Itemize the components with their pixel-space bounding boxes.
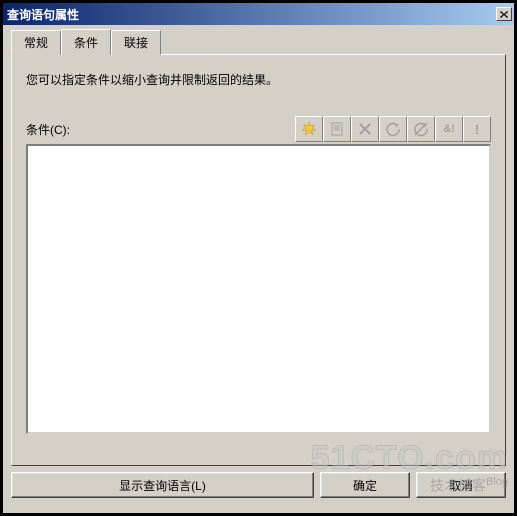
conditions-listbox[interactable] <box>26 144 491 434</box>
tab-general[interactable]: 常规 <box>11 30 61 55</box>
cancel-button[interactable]: 取消 <box>416 472 506 498</box>
toolbar: &! ! <box>295 116 491 142</box>
window-title: 查询语句属性 <box>7 6 496 23</box>
show-query-label: 显示查询语言(L) <box>119 477 206 494</box>
movedown-button[interactable] <box>407 116 435 142</box>
tab-joins[interactable]: 联接 <box>111 30 161 55</box>
tab-page-conditions: 您可以指定条件以缩小查询并限制返回的结果。 条件(C): <box>11 54 506 466</box>
ok-button[interactable]: 确定 <box>320 472 410 498</box>
tab-strip: 常规 条件 联接 <box>11 33 506 54</box>
show-query-button[interactable]: 显示查询语言(L) <box>11 472 314 498</box>
description-text: 您可以指定条件以缩小查询并限制返回的结果。 <box>26 71 491 88</box>
new-condition-button[interactable] <box>295 116 323 142</box>
not-button[interactable]: ! <box>463 116 491 142</box>
close-button[interactable] <box>496 7 512 21</box>
ok-label: 确定 <box>353 477 377 494</box>
cancel-label: 取消 <box>449 477 473 494</box>
conditions-label: 条件(C): <box>26 121 295 138</box>
properties-button[interactable] <box>323 116 351 142</box>
titlebar: 查询语句属性 <box>3 3 514 25</box>
delete-button[interactable] <box>351 116 379 142</box>
button-row: 显示查询语言(L) 确定 取消 <box>11 472 506 498</box>
and-button[interactable]: &! <box>435 116 463 142</box>
tab-conditions[interactable]: 条件 <box>61 29 111 55</box>
moveup-button[interactable] <box>379 116 407 142</box>
